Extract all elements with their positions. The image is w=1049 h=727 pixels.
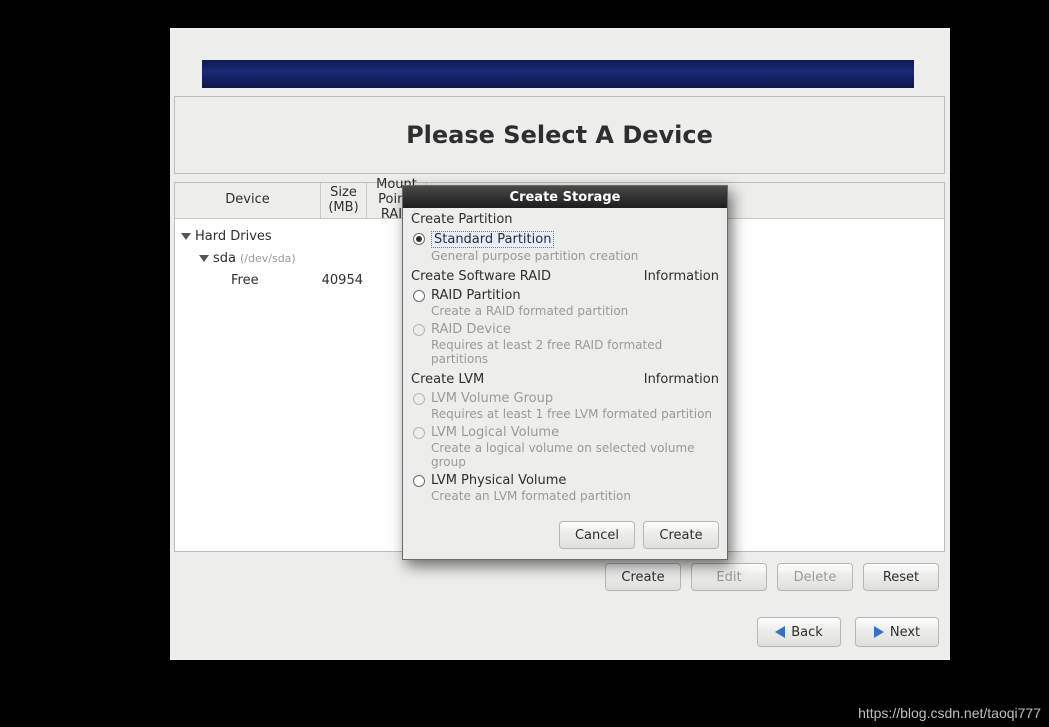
option-standard-partition[interactable]: Standard Partition — [413, 231, 719, 248]
option-label: RAID Partition — [431, 288, 521, 303]
arrow-right-icon — [874, 626, 884, 638]
dialog-action-row: Cancel Create — [403, 513, 727, 559]
column-header-device[interactable]: Device — [175, 183, 321, 218]
tree-label: Hard Drives — [195, 229, 272, 244]
dialog-title: Create Storage — [403, 186, 727, 208]
radio-icon — [413, 393, 425, 405]
dialog-create-button[interactable]: Create — [643, 521, 719, 549]
radio-icon — [413, 427, 425, 439]
option-label: Standard Partition — [431, 231, 554, 248]
option-label: LVM Physical Volume — [431, 473, 566, 488]
option-label: LVM Logical Volume — [431, 425, 559, 440]
title-panel: Please Select A Device — [174, 96, 945, 174]
option-desc: Requires at least 1 free LVM formated pa… — [431, 407, 719, 421]
delete-button: Delete — [777, 563, 853, 591]
option-desc: Create an LVM formated partition — [431, 489, 719, 503]
option-lvm-vg: LVM Volume Group — [413, 391, 719, 406]
next-label: Next — [890, 625, 920, 640]
option-desc: Requires at least 2 free RAID formated p… — [431, 338, 719, 366]
watermark-text: https://blog.csdn.net/taoqi777 — [858, 705, 1041, 721]
tree-label: sda — [213, 251, 236, 266]
section-create-raid: Create Software RAID Information — [411, 269, 719, 284]
radio-icon[interactable] — [413, 475, 425, 487]
dialog-body: Create Partition Standard Partition Gene… — [403, 208, 727, 513]
next-button[interactable]: Next — [855, 617, 939, 647]
option-raid-device: RAID Device — [413, 322, 719, 337]
section-label: Create Partition — [411, 212, 513, 227]
option-raid-partition[interactable]: RAID Partition — [413, 288, 719, 303]
column-header-size[interactable]: Size (MB) — [321, 183, 367, 218]
tree-label: Free — [231, 273, 259, 288]
section-create-partition: Create Partition — [411, 212, 719, 227]
option-desc: Create a logical volume on selected volu… — [431, 441, 719, 469]
option-label: RAID Device — [431, 322, 511, 337]
radio-icon — [413, 324, 425, 336]
option-lvm-pv[interactable]: LVM Physical Volume — [413, 473, 719, 488]
brand-banner — [202, 60, 914, 88]
expander-icon[interactable] — [181, 233, 191, 240]
partition-action-row: Create Edit Delete Reset — [174, 556, 945, 598]
expander-icon[interactable] — [199, 255, 209, 262]
back-label: Back — [791, 625, 823, 640]
section-create-lvm: Create LVM Information — [411, 372, 719, 387]
create-storage-dialog: Create Storage Create Partition Standard… — [402, 185, 728, 560]
option-lvm-lv: LVM Logical Volume — [413, 425, 719, 440]
reset-button[interactable]: Reset — [863, 563, 939, 591]
page-title: Please Select A Device — [406, 121, 713, 149]
device-path: (/dev/sda) — [240, 252, 296, 265]
information-link[interactable]: Information — [644, 269, 719, 284]
option-desc: Create a RAID formated partition — [431, 304, 719, 318]
back-button[interactable]: Back — [757, 617, 841, 647]
radio-icon[interactable] — [413, 233, 425, 245]
option-desc: General purpose partition creation — [431, 249, 719, 263]
option-label: LVM Volume Group — [431, 391, 553, 406]
arrow-left-icon — [775, 626, 785, 638]
create-button[interactable]: Create — [605, 563, 681, 591]
wizard-nav-row: Back Next — [174, 610, 945, 654]
edit-button: Edit — [691, 563, 767, 591]
section-label: Create Software RAID — [411, 269, 551, 284]
free-size-value: 40954 — [321, 273, 367, 288]
information-link[interactable]: Information — [644, 372, 719, 387]
radio-icon[interactable] — [413, 290, 425, 302]
section-label: Create LVM — [411, 372, 484, 387]
dialog-cancel-button[interactable]: Cancel — [559, 521, 635, 549]
